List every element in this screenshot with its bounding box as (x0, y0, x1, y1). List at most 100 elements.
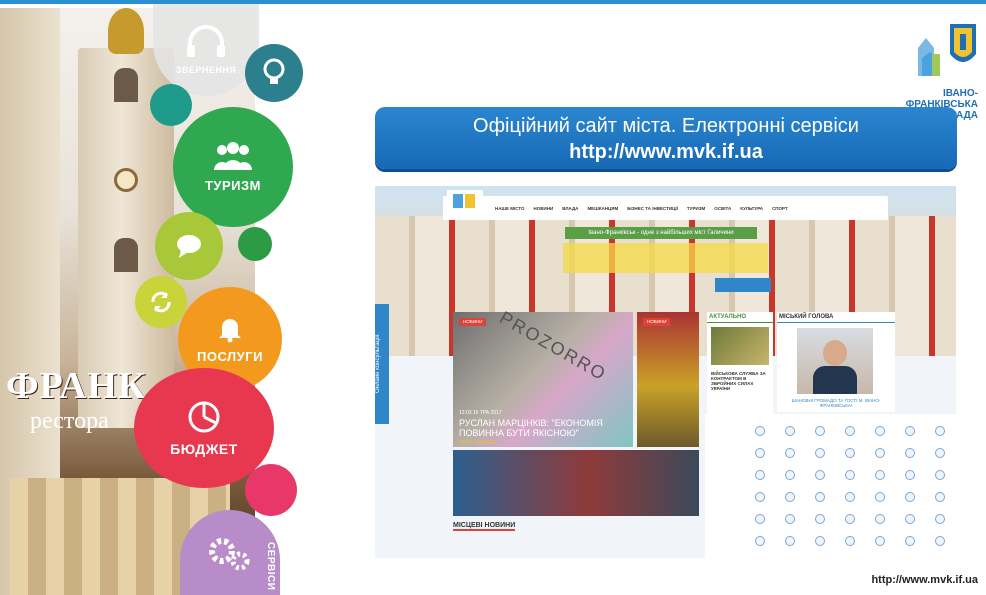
service-icon[interactable] (755, 426, 765, 436)
circle-decor-green (238, 227, 272, 261)
site-nav-item[interactable]: ВЛАДА (562, 206, 578, 211)
main-news-title[interactable]: 12:03 16 ТРА 2017 РУСЛАН МАРЦІНКІВ: "ЕКО… (459, 408, 629, 448)
news-date: 12:03 16 ТРА 2017 (459, 410, 502, 416)
website-screenshot: НАШЕ МІСТО НОВИНИ ВЛАДА МЕШКАНЦЯМ БІЗНЕС… (375, 186, 956, 558)
site-nav-item[interactable]: СПОРТ (772, 206, 788, 211)
service-icon[interactable] (815, 492, 825, 502)
service-icon[interactable] (875, 536, 885, 546)
service-icon[interactable] (815, 448, 825, 458)
service-icon[interactable] (905, 470, 915, 480)
tower-window (114, 238, 138, 272)
site-nav-item[interactable]: БІЗНЕС ТА ІНВЕСТИЦІЇ (627, 206, 678, 211)
service-icon[interactable] (845, 492, 855, 502)
service-icon[interactable] (935, 514, 945, 524)
circle-label: ТУРИЗМ (204, 177, 261, 193)
mayor-caption[interactable]: ШАНОВНІ ГРОМАДО ТА ГОСТІ М. ІВАНО-ФРАНКІ… (781, 398, 891, 408)
service-icon[interactable] (785, 426, 795, 436)
service-icon[interactable] (905, 514, 915, 524)
service-icon[interactable] (875, 470, 885, 480)
service-icon[interactable] (905, 426, 915, 436)
service-icon[interactable] (815, 470, 825, 480)
circle-eservices[interactable]: СЕРВІСИ (180, 510, 280, 595)
circle-refresh[interactable] (135, 276, 187, 328)
site-nav-item[interactable]: КУЛЬТУРА (740, 206, 763, 211)
presentation-slide: ФРАНК рестора ЗВЕРНЕННЯ ТУРИЗМ ПОСЛУГИ Б… (0, 0, 986, 595)
service-icon[interactable] (755, 492, 765, 502)
slider-arrows[interactable] (715, 278, 771, 292)
service-icon[interactable] (815, 536, 825, 546)
tower-window (114, 68, 138, 102)
circle-chat[interactable] (155, 212, 223, 280)
circle-label: ЗВЕРНЕННЯ (175, 65, 237, 75)
service-icon[interactable] (935, 470, 945, 480)
actual-text[interactable]: ВІЙСЬКОВА СЛУЖБА ЗА КОНТРАКТОМ В ЗБРОЙНИ… (707, 369, 773, 393)
service-icon[interactable] (845, 536, 855, 546)
service-icon[interactable] (785, 514, 795, 524)
service-icon[interactable] (785, 470, 795, 480)
service-icon[interactable] (935, 536, 945, 546)
circle-label: БЮДЖЕТ (170, 441, 238, 457)
service-icon[interactable] (845, 470, 855, 480)
site-nav: НАШЕ МІСТО НОВИНИ ВЛАДА МЕШКАНЦЯМ БІЗНЕС… (443, 196, 888, 220)
service-icon[interactable] (875, 514, 885, 524)
news-headline: РУСЛАН МАРЦІНКІВ: "ЕКОНОМІЯ ПОВИННА БУТИ… (459, 418, 603, 438)
people-icon (214, 141, 252, 170)
site-nav-item[interactable]: ТУРИЗМ (687, 206, 705, 211)
title-banner: Офіційний сайт міста. Електронні сервіси… (375, 107, 957, 169)
site-highlight (563, 243, 768, 273)
service-icon[interactable] (845, 448, 855, 458)
site-nav-item[interactable]: ОСВІТА (714, 206, 731, 211)
service-icon[interactable] (935, 448, 945, 458)
gears-icon (209, 537, 250, 570)
mayor-portrait (797, 328, 873, 394)
bell-icon (219, 318, 241, 342)
service-icon[interactable] (755, 514, 765, 524)
headset-icon (187, 25, 225, 57)
service-icon[interactable] (755, 448, 765, 458)
site-nav-item[interactable]: НОВИНИ (534, 206, 554, 211)
service-icon[interactable] (845, 426, 855, 436)
service-icon[interactable] (785, 492, 795, 502)
news-tag: ПРЕС-СЛУЖБА (459, 440, 496, 446)
city-council-logo: ІВАНО-ФРАНКІВСЬКА МІСЬКА РАДА (874, 18, 984, 121)
service-icon[interactable] (755, 470, 765, 480)
actual-heading: АКТУАЛЬНО (707, 312, 773, 323)
service-icon[interactable] (905, 536, 915, 546)
service-icon[interactable] (875, 492, 885, 502)
service-icon[interactable] (785, 448, 795, 458)
site-logo[interactable] (447, 190, 483, 216)
refresh-icon (151, 291, 171, 313)
service-icon[interactable] (815, 514, 825, 524)
service-icon[interactable] (935, 426, 945, 436)
city-logo-icon (918, 24, 976, 76)
circle-label: ПОСЛУГИ (197, 348, 263, 364)
local-news-heading[interactable]: МІСЦЕВІ НОВИНИ (453, 522, 516, 531)
service-icon[interactable] (845, 514, 855, 524)
news-badge: НОВИНИ (643, 318, 671, 326)
service-icon[interactable] (755, 536, 765, 546)
mayor-panel: МІСЬКИЙ ГОЛОВА ШАНОВНІ ГРОМАДО ТА ГОСТІ … (777, 312, 895, 412)
site-slogan: Івано-Франківськ - одне з найбільших міс… (565, 227, 757, 239)
circle-tourism[interactable]: ТУРИЗМ (173, 107, 293, 227)
circle-ideas[interactable] (245, 44, 303, 102)
service-icon[interactable] (905, 448, 915, 458)
side-news[interactable] (637, 312, 699, 447)
site-nav-item[interactable]: МЕШКАНЦЯМ (587, 206, 618, 211)
actual-image[interactable] (711, 327, 769, 365)
online-consultation-tab[interactable]: Онлайн консультація (375, 304, 389, 424)
restaurant-sign: ФРАНК (6, 365, 147, 407)
services-grid (705, 414, 956, 558)
lightbulb-icon (263, 58, 285, 84)
service-icon[interactable] (785, 536, 795, 546)
service-icon[interactable] (815, 426, 825, 436)
service-icon[interactable] (875, 426, 885, 436)
service-icon[interactable] (875, 448, 885, 458)
restaurant-sign-sub: рестора (30, 408, 109, 434)
news-row[interactable] (453, 450, 699, 516)
service-icon[interactable] (905, 492, 915, 502)
service-icon[interactable] (935, 492, 945, 502)
news-badge: НОВИНИ (459, 318, 487, 326)
site-nav-item[interactable]: НАШЕ МІСТО (495, 206, 525, 211)
footer-url[interactable]: http://www.mvk.if.ua (871, 574, 978, 586)
circle-decor-teal (150, 84, 192, 126)
